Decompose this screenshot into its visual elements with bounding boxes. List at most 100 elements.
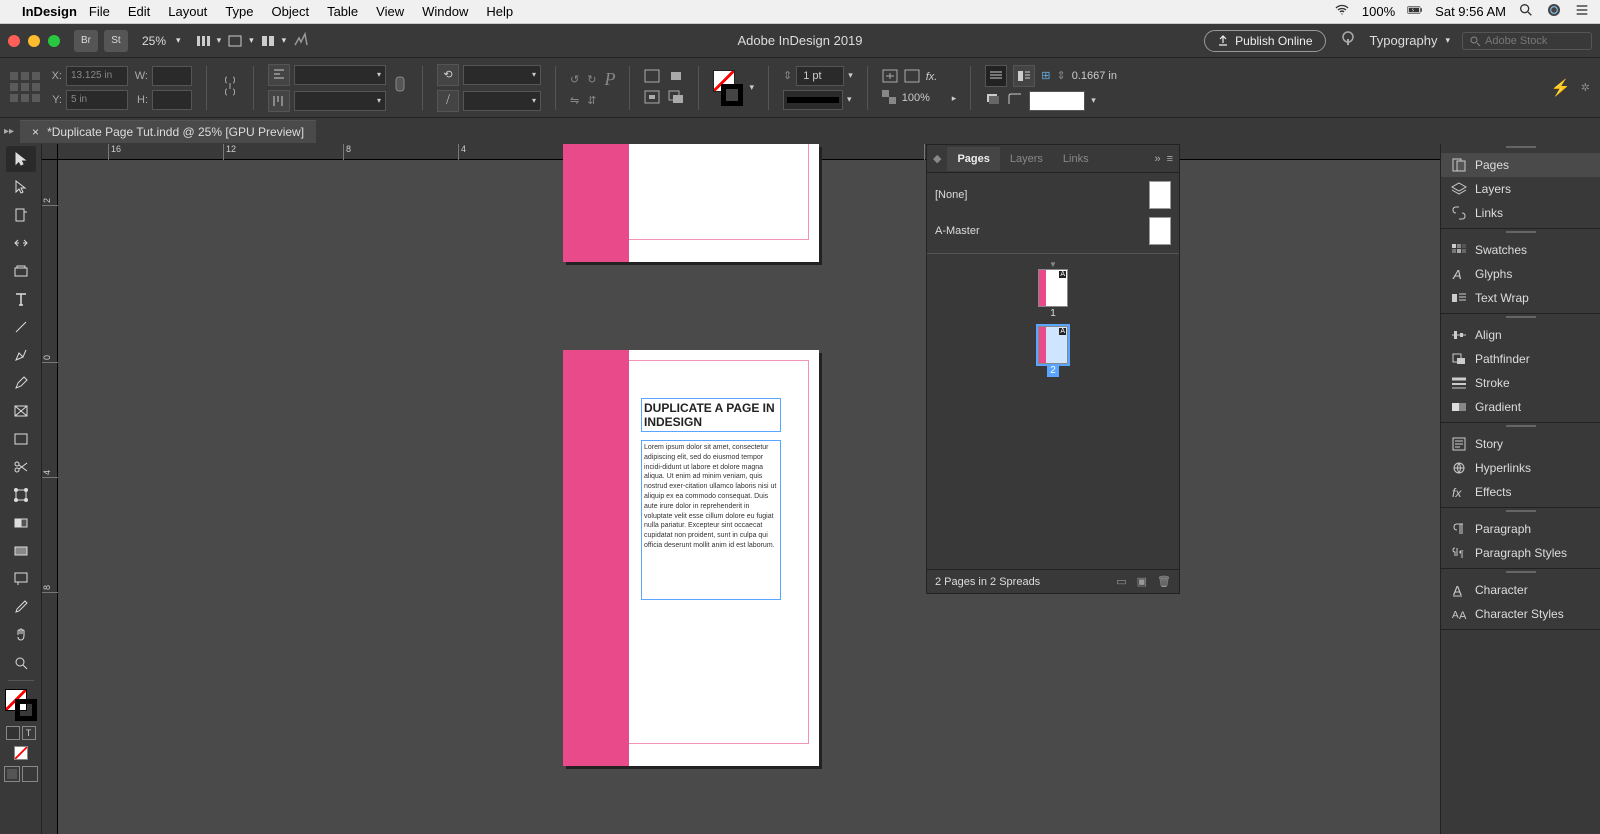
- dock-story[interactable]: Story: [1441, 432, 1600, 456]
- flip-h-icon[interactable]: ⇋: [570, 94, 579, 107]
- menu-help[interactable]: Help: [486, 4, 513, 19]
- spacing-stepper[interactable]: ⇕: [1056, 69, 1065, 82]
- dock-layers[interactable]: Layers: [1441, 177, 1600, 201]
- dimensions-icon[interactable]: ⊞: [1041, 69, 1050, 82]
- vertical-ruler[interactable]: 2 0 4 8: [42, 160, 58, 834]
- hand-tool[interactable]: [6, 622, 36, 648]
- stock-search[interactable]: Adobe Stock: [1462, 32, 1592, 50]
- dock-paragraph[interactable]: Paragraph: [1441, 517, 1600, 541]
- shear-dropdown[interactable]: ▾: [463, 91, 541, 111]
- stroke-swatch[interactable]: [721, 84, 743, 106]
- bridge-button[interactable]: Br: [74, 30, 98, 52]
- menu-view[interactable]: View: [376, 4, 404, 19]
- stroke-proxy[interactable]: [15, 699, 37, 721]
- menu-table[interactable]: Table: [327, 4, 358, 19]
- dock-gradient[interactable]: Gradient: [1441, 395, 1600, 419]
- zoom-level[interactable]: 25% ▾: [142, 34, 181, 48]
- publish-online-button[interactable]: Publish Online: [1204, 30, 1325, 52]
- pencil-tool[interactable]: [6, 370, 36, 396]
- text-wrap-around-icon[interactable]: [1013, 65, 1035, 87]
- dock-pages[interactable]: Pages: [1441, 153, 1600, 177]
- w-input[interactable]: [152, 66, 192, 86]
- workspace-switcher[interactable]: Typography ▾: [1370, 33, 1450, 48]
- chevron-right-icon[interactable]: ▸: [952, 93, 957, 104]
- app-menu[interactable]: InDesign: [22, 4, 77, 19]
- close-tab-icon[interactable]: ×: [32, 125, 39, 139]
- screen-mode[interactable]: ▾: [227, 33, 254, 49]
- clip-icon[interactable]: [392, 75, 408, 100]
- align-left-icon[interactable]: [268, 64, 290, 86]
- rectangle-frame-tool[interactable]: [6, 398, 36, 424]
- frame-fit-icon[interactable]: [904, 69, 920, 86]
- dock-glyphs[interactable]: AGlyphs: [1441, 262, 1600, 286]
- stroke-weight-input[interactable]: 1 pt: [796, 66, 844, 86]
- dock-character-styles[interactable]: AACharacter Styles: [1441, 602, 1600, 626]
- corner-icon[interactable]: [1007, 92, 1023, 109]
- shear-icon[interactable]: ⧸: [437, 90, 459, 112]
- chevron-down-icon[interactable]: ▾: [848, 70, 853, 81]
- dock-stroke[interactable]: Stroke: [1441, 371, 1600, 395]
- menu-object[interactable]: Object: [272, 4, 310, 19]
- fx-icon[interactable]: fx.: [926, 71, 938, 83]
- view-options[interactable]: ▾: [195, 33, 222, 49]
- chevron-down-icon[interactable]: ▾: [847, 94, 852, 105]
- body-frame[interactable]: Lorem ipsum dolor sit amet, consectetur …: [641, 440, 781, 600]
- content-collector-tool[interactable]: [6, 258, 36, 284]
- pen-tool[interactable]: [6, 342, 36, 368]
- title-frame[interactable]: DUPLICATE A PAGE IN INDESIGN: [641, 398, 781, 432]
- fullscreen-window[interactable]: [48, 35, 60, 47]
- scissors-tool[interactable]: [6, 454, 36, 480]
- select-container-icon[interactable]: [644, 69, 660, 86]
- canvas[interactable]: 16 12 8 4 0 4 8 12 16 2 0 4 8: [42, 144, 1440, 834]
- stroke-stepper-icon[interactable]: ⇕: [783, 69, 792, 82]
- apply-none-icon[interactable]: [14, 746, 28, 760]
- dock-paragraph-styles[interactable]: ¶Paragraph Styles: [1441, 541, 1600, 565]
- master-none[interactable]: [None]: [935, 177, 1171, 213]
- flip-v-icon[interactable]: ⇵: [587, 94, 596, 107]
- page-1[interactable]: [563, 144, 819, 262]
- fit-dropdown-2[interactable]: ▾: [294, 91, 386, 111]
- drop-shadow-icon[interactable]: [985, 92, 1001, 109]
- wifi-icon[interactable]: [1334, 2, 1350, 21]
- arrange[interactable]: ▾: [260, 33, 287, 49]
- tab-layers[interactable]: Layers: [1000, 147, 1053, 171]
- page-thumb-1[interactable]: A: [1038, 269, 1068, 307]
- notification-center-icon[interactable]: [1574, 2, 1590, 21]
- corner-options[interactable]: [1029, 91, 1085, 111]
- gear-icon[interactable]: ✲: [1581, 81, 1590, 94]
- spacing-input[interactable]: 0.1667 in: [1072, 70, 1132, 82]
- tab-links[interactable]: Links: [1053, 147, 1099, 171]
- page-tool[interactable]: [6, 202, 36, 228]
- lightning-icon[interactable]: ⚡: [1551, 78, 1571, 98]
- gradient-feather-tool[interactable]: [6, 538, 36, 564]
- text-wrap-none-icon[interactable]: [985, 65, 1007, 87]
- dock-text-wrap[interactable]: Text Wrap: [1441, 286, 1600, 310]
- master-a[interactable]: A-Master: [935, 213, 1171, 249]
- opacity-icon[interactable]: [882, 90, 896, 107]
- edit-page-size-icon[interactable]: ▭: [1116, 575, 1126, 588]
- gap-tool[interactable]: [6, 230, 36, 256]
- fill-stroke-proxy[interactable]: [5, 689, 37, 721]
- dock-links[interactable]: Links: [1441, 201, 1600, 225]
- auto-fit-icon[interactable]: [882, 69, 898, 86]
- menu-type[interactable]: Type: [225, 4, 253, 19]
- formatting-text-icon[interactable]: T: [22, 726, 36, 740]
- align-top-icon[interactable]: [268, 90, 290, 112]
- view-mode-preview[interactable]: [22, 766, 38, 782]
- x-input[interactable]: [66, 66, 128, 86]
- gpu-preview-icon[interactable]: [292, 30, 310, 51]
- type-tool[interactable]: [6, 286, 36, 312]
- rotate-cw-icon[interactable]: ↻: [587, 73, 596, 86]
- menu-window[interactable]: Window: [422, 4, 468, 19]
- spotlight-icon[interactable]: [1518, 2, 1534, 21]
- direct-selection-tool[interactable]: [6, 174, 36, 200]
- menu-layout[interactable]: Layout: [168, 4, 207, 19]
- close-window[interactable]: [8, 35, 20, 47]
- document-tab[interactable]: × *Duplicate Page Tut.indd @ 25% [GPU Pr…: [20, 120, 316, 143]
- stroke-style-dropdown[interactable]: [783, 90, 843, 110]
- formatting-container-icon[interactable]: [6, 726, 20, 740]
- pasteboard[interactable]: DUPLICATE A PAGE IN INDESIGN Lorem ipsum…: [58, 160, 1440, 834]
- rotate-dropdown[interactable]: ▾: [463, 65, 541, 85]
- selection-tool[interactable]: [6, 146, 36, 172]
- rectangle-tool[interactable]: [6, 426, 36, 452]
